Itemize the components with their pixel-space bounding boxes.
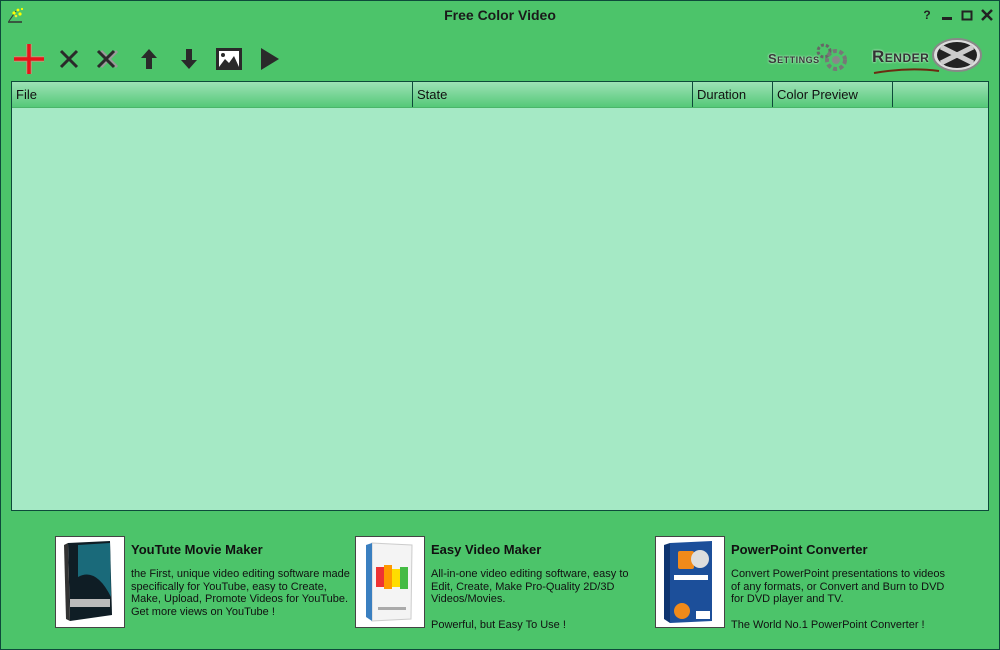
column-separator[interactable] bbox=[892, 82, 893, 107]
play-button[interactable] bbox=[249, 39, 289, 79]
product-box-image bbox=[655, 536, 725, 628]
promo-section: YouTute Movie Maker the First, unique vi… bbox=[1, 531, 999, 631]
add-file-button[interactable] bbox=[9, 39, 49, 79]
arrow-down-icon bbox=[181, 49, 197, 69]
column-header-state[interactable]: State bbox=[412, 82, 692, 107]
title-bar: Free Color Video ? bbox=[1, 1, 999, 31]
promo-powerpoint-converter[interactable]: PowerPoint Converter Convert PowerPoint … bbox=[655, 536, 955, 631]
remove-all-button[interactable] bbox=[89, 39, 129, 79]
window-title: Free Color Video bbox=[444, 7, 556, 23]
product-box-image bbox=[55, 536, 125, 628]
help-button[interactable]: ? bbox=[921, 9, 933, 21]
maximize-button[interactable] bbox=[961, 9, 973, 21]
image-button[interactable] bbox=[209, 39, 249, 79]
arrow-up-icon bbox=[141, 49, 157, 69]
file-list-header: File State Duration Color Preview bbox=[12, 82, 988, 108]
column-header-duration[interactable]: Duration bbox=[692, 82, 772, 107]
column-header-color-preview[interactable]: Color Preview bbox=[772, 82, 892, 107]
app-window: Free Color Video ? Settings Render File … bbox=[0, 0, 1000, 650]
close-button[interactable] bbox=[981, 9, 993, 21]
play-icon bbox=[261, 48, 279, 70]
promo-youtube-movie-maker[interactable]: YouTute Movie Maker the First, unique vi… bbox=[55, 536, 355, 630]
toolbar bbox=[9, 37, 289, 81]
promo-easy-video-maker[interactable]: Easy Video Maker All-in-one video editin… bbox=[355, 536, 655, 631]
promo-title: Easy Video Maker bbox=[431, 542, 542, 557]
settings-label: Settings bbox=[768, 51, 820, 66]
render-button[interactable]: Render bbox=[869, 37, 984, 77]
render-label: Render bbox=[872, 47, 930, 66]
move-up-button[interactable] bbox=[129, 39, 169, 79]
settings-button[interactable]: Settings bbox=[766, 43, 851, 73]
move-down-button[interactable] bbox=[169, 39, 209, 79]
minimize-button[interactable] bbox=[941, 9, 953, 21]
promo-description: Convert PowerPoint presentations to vide… bbox=[731, 568, 946, 631]
product-box-image bbox=[355, 536, 425, 628]
column-header-file[interactable]: File bbox=[12, 82, 412, 107]
remove-file-button[interactable] bbox=[49, 39, 89, 79]
promo-description: All-in-one video editing software, easy … bbox=[431, 568, 629, 631]
promo-title: YouTute Movie Maker bbox=[131, 542, 263, 557]
file-list[interactable]: File State Duration Color Preview bbox=[11, 81, 989, 511]
promo-title: PowerPoint Converter bbox=[731, 542, 868, 557]
double-x-icon bbox=[96, 49, 119, 69]
image-icon bbox=[216, 48, 242, 70]
plus-icon bbox=[14, 44, 44, 74]
x-icon bbox=[59, 49, 79, 69]
promo-description: the First, unique video editing software… bbox=[131, 568, 350, 619]
